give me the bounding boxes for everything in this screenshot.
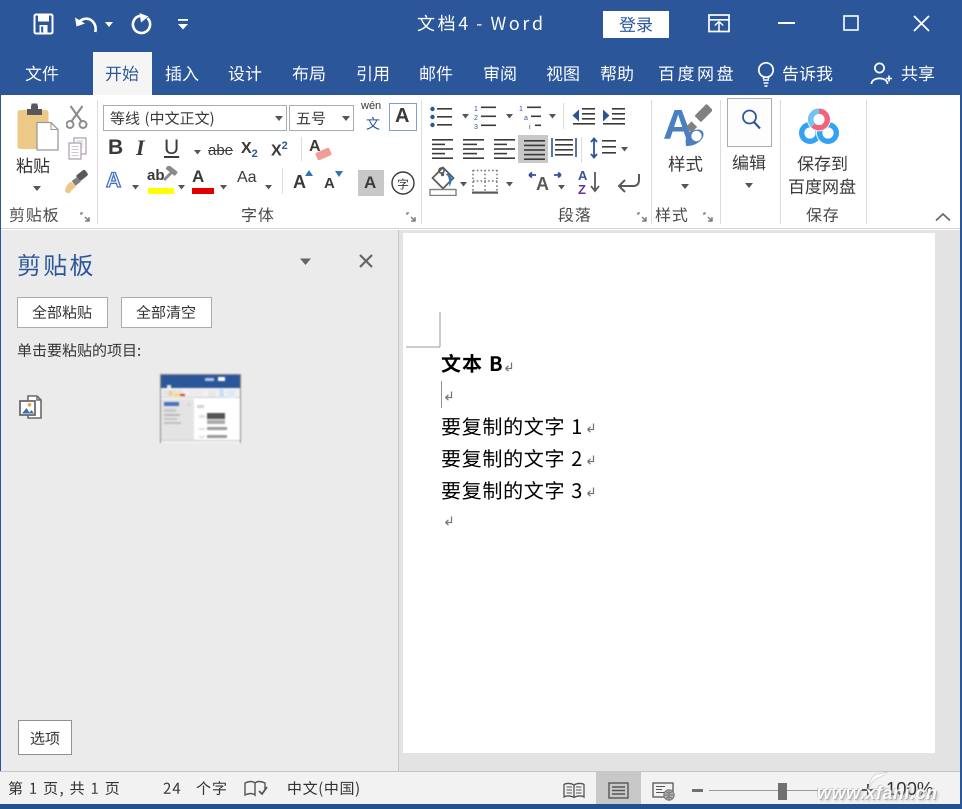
svg-text:1: 1	[519, 106, 523, 113]
svg-text:A: A	[578, 168, 588, 183]
svg-text:Z: Z	[578, 182, 586, 196]
svg-text:2: 2	[474, 115, 478, 122]
svg-text:1: 1	[474, 106, 478, 113]
svg-text:3: 3	[474, 124, 478, 130]
svg-text:a: a	[524, 115, 528, 122]
svg-text:i: i	[529, 124, 531, 130]
svg-text:A: A	[536, 174, 549, 194]
